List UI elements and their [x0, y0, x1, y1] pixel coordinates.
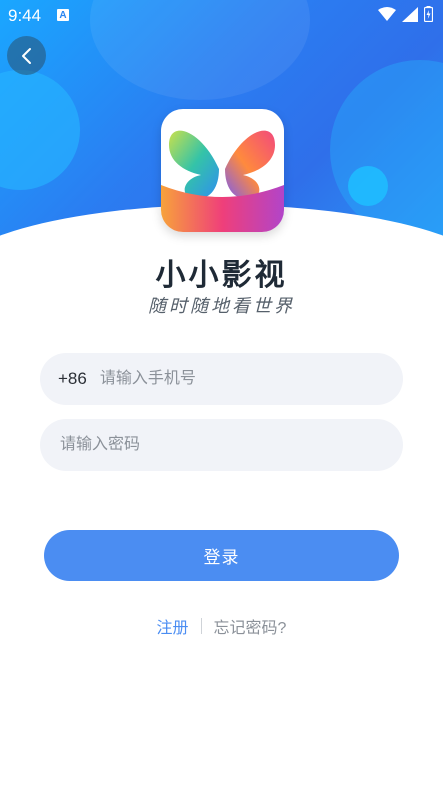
country-code[interactable]: +86	[58, 369, 87, 389]
cellular-icon	[402, 6, 418, 22]
link-divider	[200, 618, 202, 634]
notification-icon: A	[57, 9, 69, 21]
header-decoration	[0, 70, 80, 190]
forgot-password-link[interactable]: 忘记密码?	[214, 614, 287, 638]
app-slogan: 随时随地看世界	[148, 296, 295, 317]
password-input[interactable]	[58, 418, 403, 472]
butterfly-logo-icon	[161, 130, 284, 232]
auth-links: 注册 忘记密码?	[0, 614, 443, 638]
app-logo	[161, 109, 284, 232]
phone-input[interactable]	[97, 352, 403, 406]
phone-field[interactable]: +86	[40, 352, 403, 406]
chevron-left-icon	[21, 47, 31, 64]
system-icons	[378, 6, 433, 22]
wifi-icon	[378, 7, 396, 21]
back-button[interactable]	[7, 36, 46, 75]
status-bar: 9:44 A	[0, 0, 443, 30]
password-field[interactable]	[40, 418, 403, 472]
header-decoration	[348, 166, 388, 206]
battery-icon	[424, 6, 433, 22]
login-button[interactable]: 登录	[44, 530, 399, 581]
status-time: 9:44	[8, 6, 42, 25]
app-name: 小小影视	[155, 259, 288, 292]
register-link[interactable]: 注册	[157, 614, 189, 638]
